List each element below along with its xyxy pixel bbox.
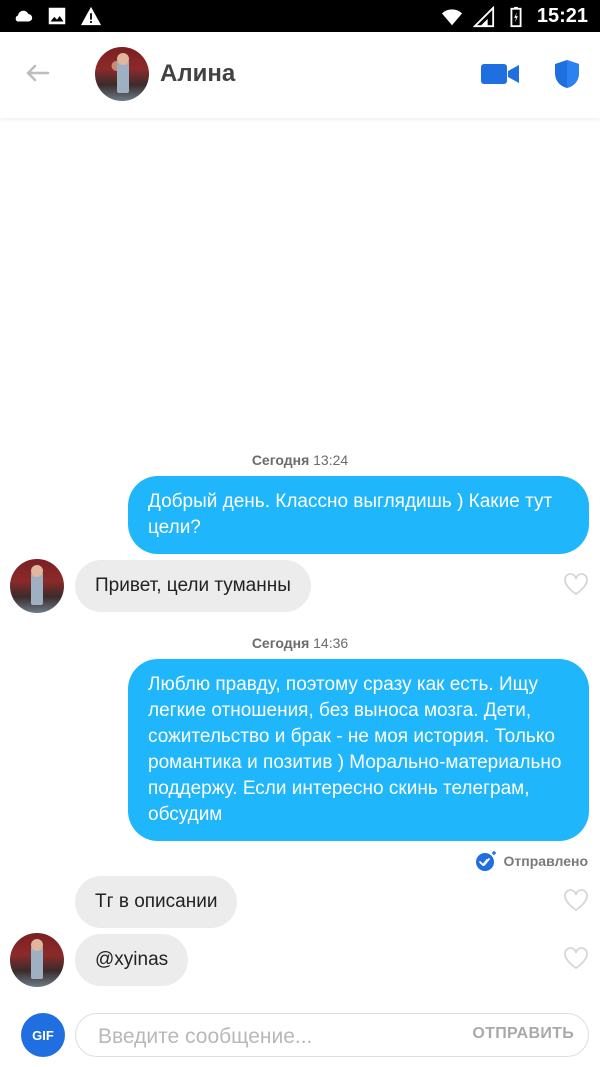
message-status: Отправлено — [474, 849, 588, 873]
incoming-message[interactable]: Тг в описании — [75, 876, 238, 928]
shield-icon[interactable] — [553, 58, 581, 90]
chat-header: Алина — [0, 32, 600, 118]
battery-icon — [510, 6, 522, 27]
image-icon — [48, 7, 66, 25]
outgoing-message[interactable]: Люблю правду, поэтому сразу как есть. Ищ… — [128, 659, 589, 841]
outgoing-message[interactable]: Добрый день. Классно выглядишь ) Какие т… — [128, 476, 589, 554]
incoming-message[interactable]: Привет, цели туманны — [75, 560, 311, 612]
contact-avatar[interactable] — [95, 47, 149, 101]
heart-icon[interactable] — [563, 572, 589, 596]
heart-icon[interactable] — [563, 946, 589, 970]
cloud-icon — [15, 10, 33, 22]
wifi-icon — [441, 8, 462, 25]
message-composer: ОТПРАВИТЬ — [75, 1013, 589, 1057]
arrow-left-icon[interactable] — [22, 58, 52, 88]
signal-icon — [472, 5, 494, 27]
heart-icon[interactable] — [563, 888, 589, 912]
message-input[interactable] — [96, 1023, 460, 1051]
incoming-message[interactable]: @xyinas — [75, 934, 189, 986]
contact-name[interactable]: Алина — [160, 60, 235, 88]
warning-icon — [80, 6, 102, 26]
contact-avatar-small[interactable] — [10, 559, 64, 613]
contact-avatar-small[interactable] — [10, 933, 64, 987]
chat-screen: 15:21 Алина Сегодня 13:24 Добрый день. К… — [0, 0, 600, 1067]
video-camera-icon[interactable] — [480, 60, 520, 88]
gif-button[interactable]: GIF — [21, 1013, 65, 1057]
send-button[interactable]: ОТПРАВИТЬ — [472, 1025, 574, 1043]
clock-time: 15:21 — [536, 5, 588, 27]
date-separator: Сегодня 14:36 — [251, 635, 349, 651]
date-separator: Сегодня 13:24 — [251, 452, 349, 468]
status-bar: 15:21 — [0, 0, 600, 32]
check-badge-icon — [475, 851, 496, 871]
